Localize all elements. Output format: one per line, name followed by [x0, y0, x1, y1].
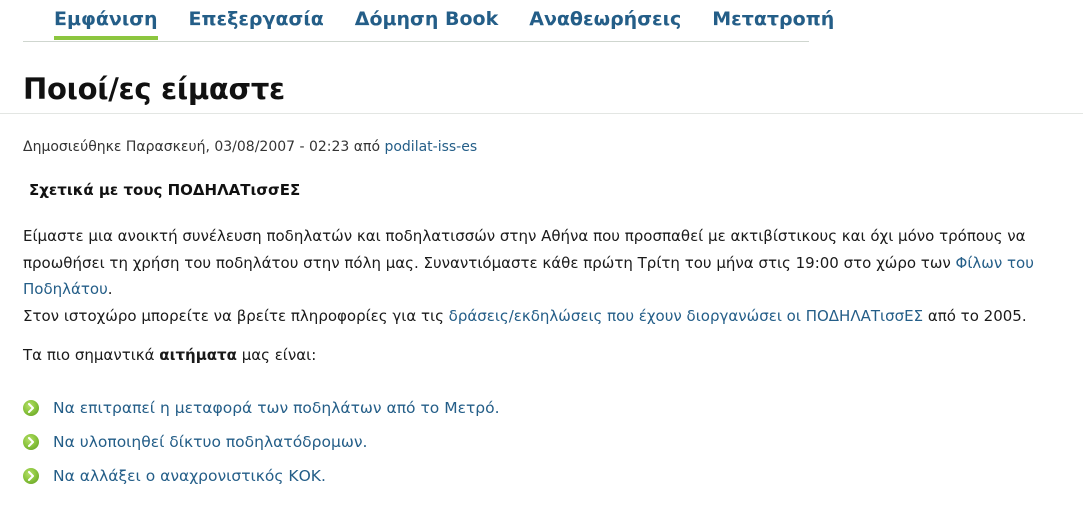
- green-circle-chevron-icon: [23, 400, 39, 416]
- intro-text: Είμαστε μια ανοικτή συνέλευση ποδηλατών …: [23, 227, 1026, 272]
- intro-paragraph: Είμαστε μια ανοικτή συνέλευση ποδηλατών …: [23, 223, 1073, 329]
- demands-intro: Τα πιο σημαντικά αιτήματα μας είναι:: [23, 346, 316, 364]
- section-heading: Σχετικά με τους ΠΟΔΗΛΑΤισσΕΣ: [29, 181, 301, 199]
- intro-text-end: .: [107, 280, 113, 298]
- demand-link-bike-lanes[interactable]: Να υλοποιηθεί δίκτυο ποδηλατόδρομων.: [53, 433, 367, 451]
- demand-link-traffic-code[interactable]: Να αλλάξει ο αναχρονιστικός ΚΟΚ.: [53, 467, 326, 485]
- author-link[interactable]: podilat-iss-es: [384, 139, 477, 155]
- list-item: Να επιτραπεί η μεταφορά των ποδηλάτων απ…: [23, 391, 500, 425]
- tab-view[interactable]: Εμφάνιση: [54, 0, 158, 40]
- site-info-text-end: από το 2005.: [923, 306, 1027, 325]
- tab-convert[interactable]: Μετατροπή: [712, 0, 834, 38]
- tab-edit[interactable]: Επεξεργασία: [189, 0, 324, 38]
- green-circle-chevron-icon: [23, 468, 39, 484]
- title-divider: [0, 113, 1083, 114]
- demands-list: Να επιτραπεί η μεταφορά των ποδηλάτων απ…: [23, 391, 500, 493]
- demand-link-metro[interactable]: Να επιτραπεί η μεταφορά των ποδηλάτων απ…: [53, 399, 500, 417]
- demands-intro-suffix: μας είναι:: [236, 346, 317, 364]
- tab-book-outline[interactable]: Δόμηση Book: [355, 0, 498, 38]
- published-date-text: Δημοσιεύθηκε Παρασκευή, 03/08/2007 - 02:…: [23, 139, 385, 155]
- actions-events-link[interactable]: δράσεις/εκδηλώσεις που έχουν διοργανώσει…: [449, 307, 923, 325]
- site-info-text: Στον ιστοχώρο μπορείτε να βρείτε πληροφο…: [23, 306, 449, 325]
- green-circle-chevron-icon: [23, 434, 39, 450]
- demands-intro-prefix: Τα πιο σημαντικά: [23, 346, 160, 364]
- submitted-info: Δημοσιεύθηκε Παρασκευή, 03/08/2007 - 02:…: [23, 139, 477, 155]
- list-item: Να υλοποιηθεί δίκτυο ποδηλατόδρομων.: [23, 425, 500, 459]
- demands-intro-bold: αιτήματα: [159, 346, 237, 364]
- page-title: Ποιοί/ες είμαστε: [23, 72, 285, 106]
- local-tabs: Εμφάνιση Επεξεργασία Δόμηση Book Αναθεωρ…: [23, 0, 834, 42]
- list-item: Να αλλάξει ο αναχρονιστικός ΚΟΚ.: [23, 459, 500, 493]
- tab-revisions[interactable]: Αναθεωρήσεις: [529, 0, 681, 38]
